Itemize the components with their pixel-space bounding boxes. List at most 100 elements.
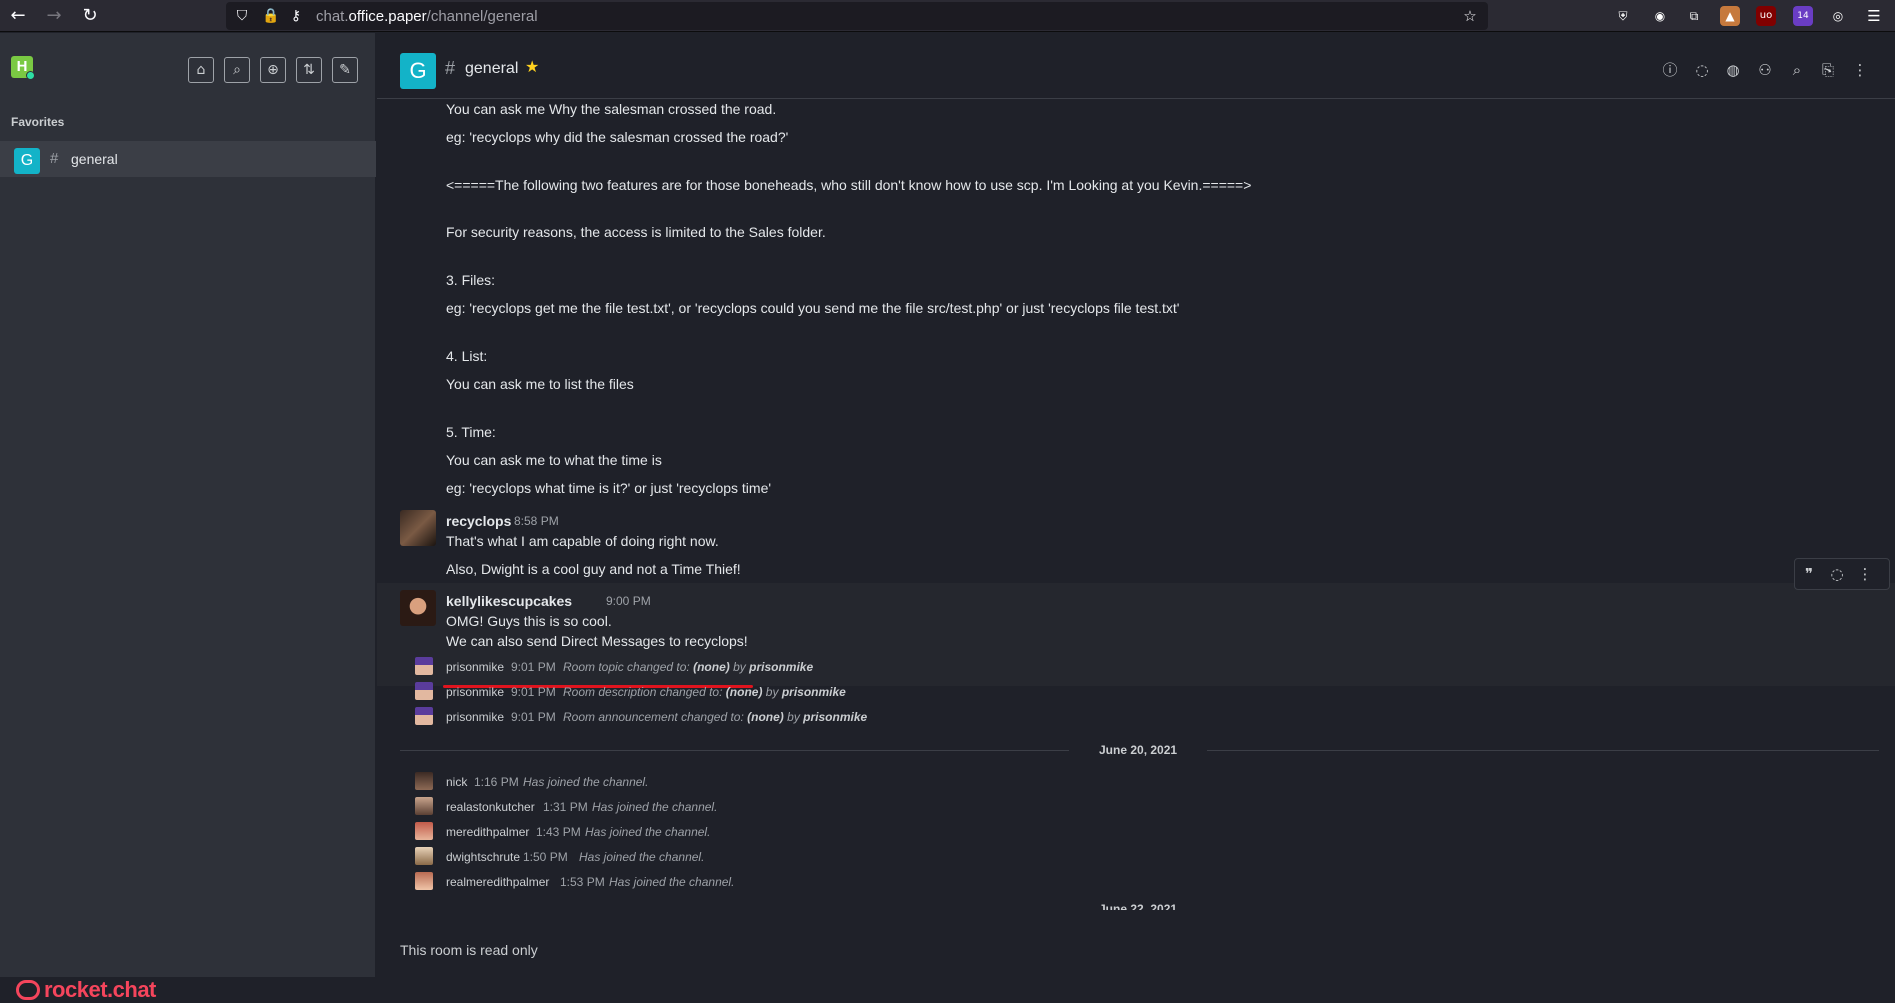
avatar[interactable]	[415, 797, 433, 815]
hash-icon: #	[445, 58, 456, 78]
system-text: Room description changed to: (none) by p…	[563, 685, 846, 699]
shield-icon[interactable]: ⛉	[234, 8, 250, 24]
message-username[interactable]: prisonmike	[446, 710, 504, 724]
message-line: You can ask me to what the time is	[446, 452, 662, 468]
message-timestamp: 1:50 PM	[523, 850, 568, 864]
sidebar-item-general[interactable]: G # general	[0, 141, 376, 177]
message-line: We can also send Direct Messages to recy…	[446, 633, 748, 649]
message-line: 5. Time:	[446, 424, 496, 440]
favorites-section-label: Favorites	[11, 115, 65, 129]
system-message: prisonmike 9:01 PM Room description chan…	[377, 682, 1377, 702]
system-text: Has joined the channel.	[592, 800, 718, 814]
hash-icon: #	[50, 150, 59, 167]
date-divider-label: June 22, 2021	[1069, 902, 1208, 910]
message-line: 4. List:	[446, 348, 488, 364]
message-line: You can ask me to list the files	[446, 376, 634, 392]
ublock-icon[interactable]: uo	[1756, 6, 1776, 26]
sidebar: H ⌂ ⌕ ⊕ ⇅ ✎ Favorites G # general rocket…	[0, 33, 376, 1002]
avatar[interactable]	[415, 682, 433, 700]
message-line: eg: 'recyclops get me the file test.txt'…	[446, 300, 1180, 316]
system-text: Has joined the channel.	[523, 775, 649, 789]
search-icon[interactable]: ⌕	[224, 57, 250, 83]
avatar[interactable]	[415, 822, 433, 840]
avatar[interactable]	[415, 847, 433, 865]
message-line: <=====The following two features are for…	[446, 177, 1252, 193]
message-timestamp: 1:31 PM	[543, 800, 588, 814]
room-header: G # general ★ ⓘ ◌ ◍ ⚇ ⌕ ⎘ ⋮	[377, 33, 1895, 99]
avatar[interactable]	[415, 657, 433, 675]
message-line: For security reasons, the access is limi…	[446, 224, 826, 240]
glasses-extension-icon[interactable]: ◎	[1828, 6, 1848, 26]
key-icon[interactable]: ⚷	[288, 8, 304, 24]
message-line: 3. Files:	[446, 272, 496, 288]
message-username[interactable]: prisonmike	[446, 685, 504, 699]
forward-icon[interactable]: →	[40, 4, 68, 28]
message-timestamp: 8:58 PM	[514, 514, 559, 528]
attachment-icon[interactable]: ⎘	[1817, 59, 1839, 81]
threads-icon[interactable]: ◌	[1691, 59, 1713, 81]
message-actions: ❞ ◌ ⋮	[1794, 558, 1890, 590]
message-line: You can ask me Why the salesman crossed …	[446, 101, 777, 117]
search-messages-icon[interactable]: ⌕	[1786, 59, 1808, 81]
address-bar[interactable]: ⛉ 🔒 ⚷ chat.office.paper/channel/general …	[226, 2, 1488, 30]
avatar[interactable]	[400, 510, 436, 546]
members-icon[interactable]: ⚇	[1754, 59, 1776, 81]
sort-icon[interactable]: ⇅	[296, 57, 322, 83]
system-text: Room topic changed to: (none) by prisonm…	[563, 660, 814, 674]
message-username[interactable]: prisonmike	[446, 660, 504, 674]
rocket-chat-logo: rocket.chat	[16, 977, 156, 1003]
pocket-icon[interactable]: ⛨	[1613, 6, 1633, 26]
extension-badge-icon[interactable]: 14	[1793, 6, 1813, 26]
message-username[interactable]: realastonkutcher	[446, 800, 535, 814]
room-avatar: G	[14, 148, 40, 174]
more-actions-icon[interactable]: ⋮	[1851, 559, 1879, 589]
extensions-icon[interactable]: ⧉	[1684, 6, 1704, 26]
avatar[interactable]	[415, 772, 433, 790]
message-username[interactable]: realmeredithpalmer	[446, 875, 549, 889]
message-timestamp: 1:16 PM	[474, 775, 519, 789]
message-username[interactable]: dwightschrute	[446, 850, 520, 864]
room-avatar[interactable]: G	[400, 53, 436, 89]
chat-bubble-icon	[16, 980, 40, 1000]
info-icon[interactable]: ⓘ	[1659, 59, 1681, 81]
back-icon[interactable]: ←	[4, 4, 32, 28]
create-new-icon[interactable]: ✎	[332, 57, 358, 83]
system-text: Has joined the channel.	[585, 825, 711, 839]
favorite-star-icon[interactable]: ★	[525, 57, 539, 76]
system-message: meredithpalmer 1:43 PM Has joined the ch…	[377, 822, 1377, 842]
kebab-menu-icon[interactable]: ⋮	[1849, 59, 1871, 81]
discussions-icon[interactable]: ◍	[1722, 59, 1744, 81]
message-line: That's what I am capable of doing right …	[446, 533, 719, 549]
message-username[interactable]: meredithpalmer	[446, 825, 529, 839]
fox-extension-icon[interactable]: ▲	[1720, 6, 1740, 26]
reply-thread-icon[interactable]: ◌	[1823, 559, 1851, 589]
reload-icon[interactable]: ↻	[76, 4, 104, 28]
message-line: eg: 'recyclops what time is it?' or just…	[446, 480, 772, 496]
system-message: realastonkutcher 1:31 PM Has joined the …	[377, 797, 1377, 817]
account-icon[interactable]: ◉	[1650, 6, 1670, 26]
message-line: eg: 'recyclops why did the salesman cros…	[446, 129, 789, 145]
directory-icon[interactable]: ⊕	[260, 57, 286, 83]
browser-toolbar: ← → ↻ ⛉ 🔒 ⚷ chat.office.paper/channel/ge…	[0, 0, 1895, 32]
lock-icon[interactable]: 🔒	[262, 8, 279, 24]
room-title[interactable]: general	[465, 60, 518, 78]
system-message: dwightschrute 1:50 PM Has joined the cha…	[377, 847, 1377, 867]
message-username[interactable]: kellylikescupcakes	[446, 593, 572, 609]
message-username[interactable]: nick	[446, 775, 467, 789]
avatar[interactable]	[415, 872, 433, 890]
avatar[interactable]	[415, 707, 433, 725]
home-icon[interactable]: ⌂	[188, 57, 214, 83]
system-text: Has joined the channel.	[579, 850, 705, 864]
url-text[interactable]: chat.office.paper/channel/general	[316, 8, 538, 25]
quote-icon[interactable]: ❞	[1795, 559, 1823, 589]
menu-icon[interactable]: ☰	[1864, 6, 1884, 26]
bookmark-star-icon[interactable]: ☆	[1462, 8, 1478, 24]
sidebar-item-label: general	[71, 151, 118, 167]
date-divider-clip: June 22, 2021	[377, 900, 1895, 910]
message-username[interactable]: recyclops	[446, 513, 511, 529]
system-message: nick 1:16 PM Has joined the channel.	[377, 772, 1377, 792]
avatar[interactable]	[400, 590, 436, 626]
message-line: Also, Dwight is a cool guy and not a Tim…	[446, 561, 741, 577]
message-timestamp: 9:01 PM	[511, 710, 556, 724]
system-text: Room announcement changed to: (none) by …	[563, 710, 868, 724]
